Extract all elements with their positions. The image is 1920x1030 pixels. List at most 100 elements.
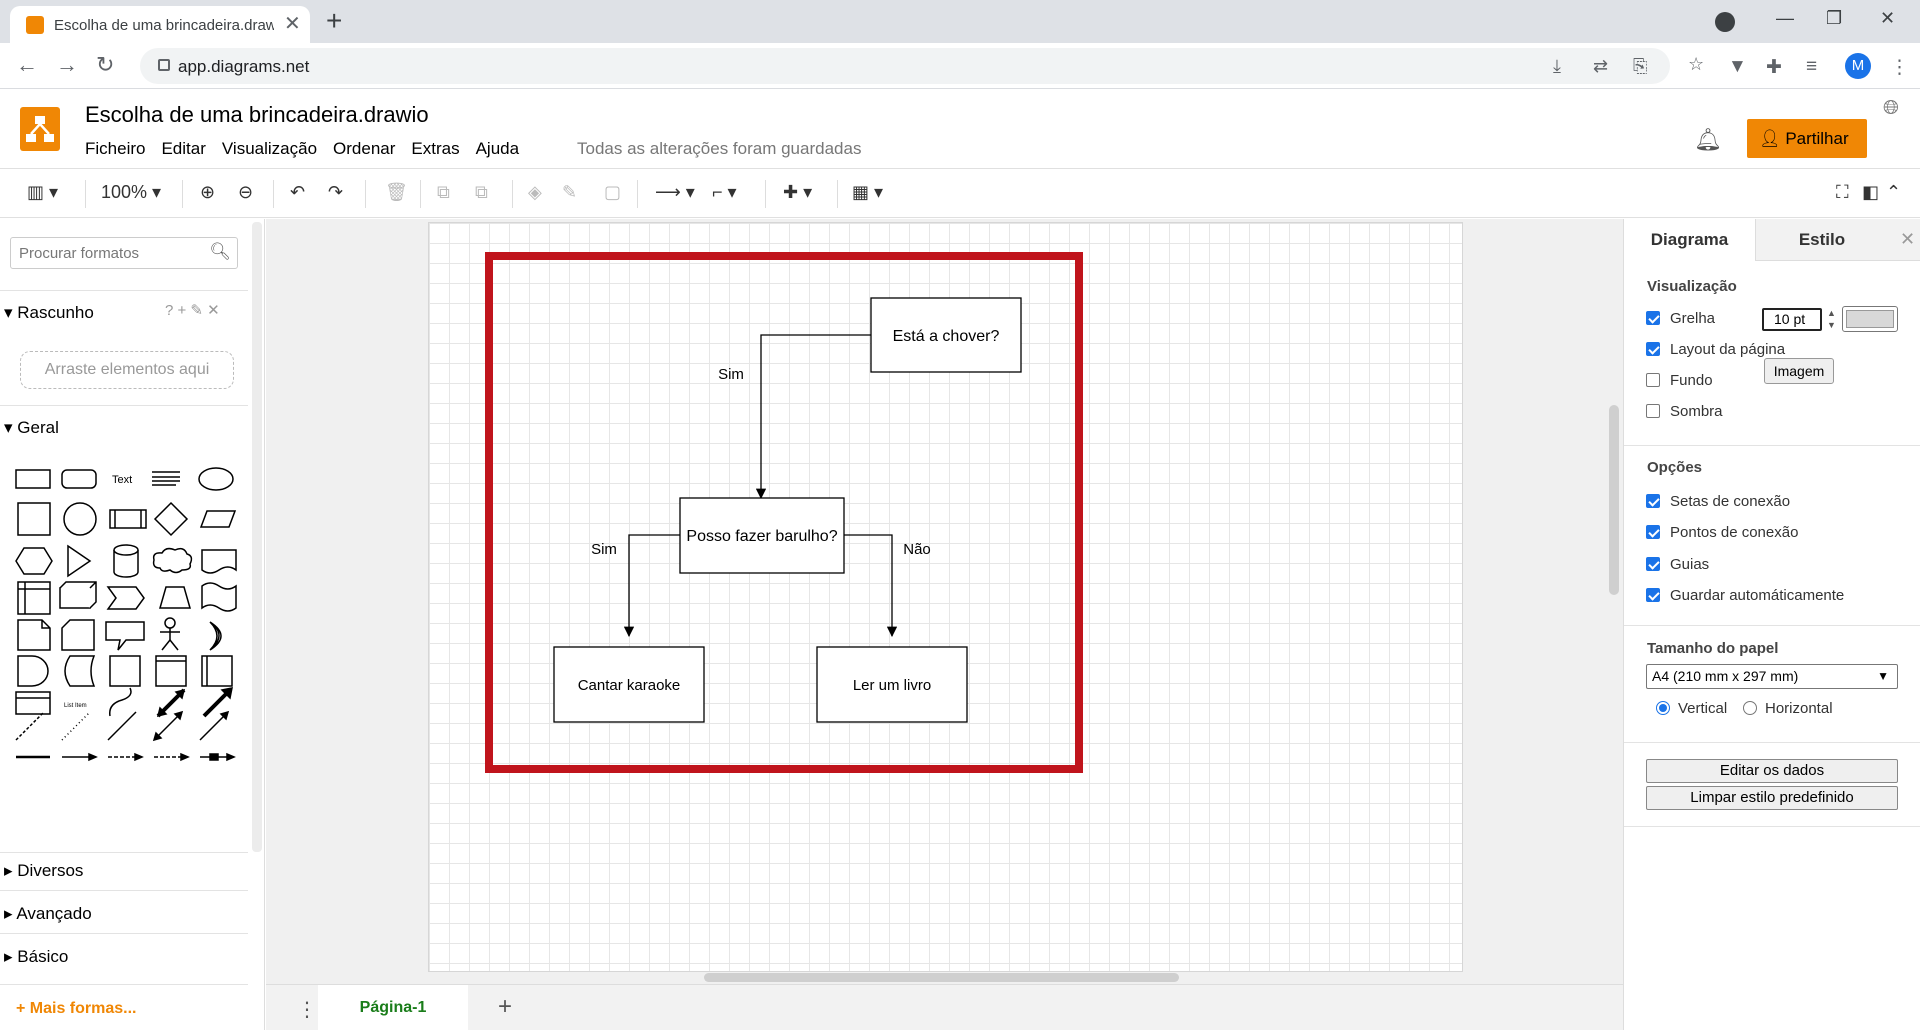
media-control-icon[interactable]: ≡	[1806, 56, 1817, 78]
fill-color-icon[interactable]: ◈	[528, 182, 542, 203]
page-layout-option[interactable]: Layout da página	[1646, 341, 1785, 358]
connection-points-checkbox[interactable]	[1646, 525, 1660, 539]
shape-container[interactable]	[155, 655, 187, 687]
waypoints-icon[interactable]: ⌐ ▾	[712, 182, 737, 203]
edge-q1-to-q2[interactable]	[755, 334, 871, 500]
shadow-icon[interactable]: ▢	[604, 182, 621, 203]
menu-ficheiro[interactable]: Ficheiro	[85, 139, 145, 159]
shape-trapezoid[interactable]	[159, 586, 191, 609]
scratchpad-tools[interactable]: ? + ✎ ✕	[165, 301, 220, 319]
close-window-icon[interactable]: ✕	[1880, 8, 1895, 29]
close-panel-icon[interactable]: ✕	[1900, 229, 1915, 250]
section-avancado[interactable]: ▸ Avançado	[0, 904, 248, 924]
menu-ordenar[interactable]: Ordenar	[333, 139, 395, 159]
shape-hexagon[interactable]	[15, 547, 53, 575]
connection-style-icon[interactable]: ⟶ ▾	[655, 182, 695, 203]
notification-bell-icon[interactable]: 🔔︎	[1694, 127, 1722, 153]
pages-menu-icon[interactable]: ⋮	[297, 997, 317, 1022]
collapse-icon[interactable]: ⌃	[1886, 182, 1901, 203]
search-icon[interactable]: 🔍︎	[209, 242, 231, 262]
horizontal-scrollbar[interactable]	[704, 973, 1179, 982]
edit-data-button[interactable]: Editar os dados	[1646, 759, 1898, 783]
shape-ellipse[interactable]	[198, 467, 234, 491]
format-panel-toggle-icon[interactable]: ▥ ▾	[27, 182, 58, 203]
shape-card[interactable]	[61, 619, 95, 651]
shape-square[interactable]	[17, 502, 51, 536]
insert-plus-icon[interactable]: ✚ ▾	[783, 182, 812, 203]
page-layout-checkbox[interactable]	[1646, 342, 1660, 356]
shape-dashed-arrow[interactable]	[108, 752, 144, 762]
edge-q2-to-karaoke[interactable]	[623, 534, 680, 638]
grid-color-picker[interactable]	[1842, 306, 1898, 332]
share-button[interactable]: 👤︎ Partilhar	[1747, 119, 1867, 158]
connection-arrows-checkbox[interactable]	[1646, 494, 1660, 508]
grid-size-stepper[interactable]: ▲ ▼	[1827, 307, 1836, 331]
edge-label-q1-sim[interactable]: Sim	[718, 366, 744, 383]
shape-actor[interactable]	[160, 617, 180, 651]
zoom-in-icon[interactable]: ⊕	[200, 182, 215, 203]
shape-list-item[interactable]: List Item	[64, 703, 87, 709]
shape-line[interactable]	[107, 711, 137, 741]
orientation-vertical-option[interactable]: Vertical	[1656, 700, 1727, 717]
connection-points-option[interactable]: Pontos de conexão	[1646, 524, 1798, 541]
menu-ajuda[interactable]: Ajuda	[476, 139, 519, 159]
grid-checkbox[interactable]	[1646, 311, 1660, 325]
vertical-radio[interactable]	[1656, 701, 1670, 715]
shape-process[interactable]	[109, 509, 147, 529]
to-back-icon[interactable]: ⧉	[475, 182, 488, 203]
shape-note-doc[interactable]	[152, 471, 180, 486]
line-color-icon[interactable]: ✎	[562, 182, 577, 203]
section-diversos[interactable]: ▸ Diversos	[0, 861, 248, 881]
redo-icon[interactable]: ↷	[328, 182, 343, 203]
connection-arrows-option[interactable]: Setas de conexão	[1646, 493, 1790, 510]
scratchpad-drop-zone[interactable]: Arraste elementos aqui	[20, 351, 234, 389]
vertical-scrollbar[interactable]	[1609, 405, 1619, 595]
guides-checkbox[interactable]	[1646, 557, 1660, 571]
profile-menu-icon[interactable]	[1715, 12, 1735, 32]
shape-note[interactable]	[17, 619, 51, 651]
clear-default-style-button[interactable]: Limpar estilo predefinido	[1646, 786, 1898, 810]
share-page-icon[interactable]: ⎘	[1633, 56, 1647, 77]
paper-size-select[interactable]: A4 (210 mm x 297 mm) ▼	[1646, 664, 1898, 689]
menu-editar[interactable]: Editar	[161, 139, 205, 159]
document-title[interactable]: Escolha de uma brincadeira.drawio	[85, 102, 429, 128]
zoom-out-icon[interactable]: ⊖	[238, 182, 253, 203]
bookmark-star-icon[interactable]: ☆	[1688, 54, 1704, 75]
table-icon[interactable]: ▦ ▾	[852, 182, 883, 203]
shadow-checkbox[interactable]	[1646, 404, 1660, 418]
shape-cube[interactable]	[59, 581, 97, 609]
extension-icon[interactable]: ▼	[1728, 56, 1747, 78]
url-text[interactable]: app.diagrams.net	[178, 57, 309, 77]
shape-cylinder[interactable]	[113, 544, 139, 578]
undo-icon[interactable]: ↶	[290, 182, 305, 203]
shape-rounded-rectangle[interactable]	[61, 469, 97, 489]
autosave-checkbox[interactable]	[1646, 588, 1660, 602]
shape-rectangle[interactable]	[15, 469, 51, 489]
shape-step[interactable]	[106, 586, 145, 610]
background-option[interactable]: Fundo	[1646, 372, 1713, 389]
horizontal-radio[interactable]	[1743, 701, 1757, 715]
install-icon[interactable]: ⤓	[1553, 56, 1561, 77]
guides-option[interactable]: Guias	[1646, 556, 1709, 573]
tab-estilo[interactable]: Estilo	[1756, 219, 1888, 261]
menu-extras[interactable]: Extras	[411, 139, 459, 159]
language-globe-icon[interactable]: 🌐︎	[1883, 97, 1899, 120]
shape-circle[interactable]	[63, 502, 97, 536]
shape-dashed-line[interactable]	[15, 711, 45, 741]
page-tab-active[interactable]: Página-1	[318, 985, 468, 1030]
shape-square-2[interactable]	[109, 655, 141, 687]
extensions-puzzle-icon[interactable]: ✚	[1766, 56, 1782, 79]
translate-icon[interactable]: ⇄	[1593, 56, 1608, 77]
menu-visualizacao[interactable]: Visualização	[222, 139, 317, 159]
shape-tape[interactable]	[201, 582, 237, 612]
grid-size-input[interactable]: 10 pt	[1762, 308, 1822, 331]
shape-triangle[interactable]	[67, 544, 92, 578]
add-page-icon[interactable]: +	[498, 993, 512, 1021]
shape-dashed-arrow-2[interactable]	[154, 752, 190, 762]
to-front-icon[interactable]: ⧉	[437, 182, 450, 203]
section-basico[interactable]: ▸ Básico	[0, 947, 248, 967]
shape-directional-connector[interactable]	[199, 710, 230, 741]
browser-menu-icon[interactable]: ⋮	[1890, 56, 1909, 79]
shape-callout[interactable]	[105, 621, 145, 651]
shape-search-input[interactable]: Procurar formatos 🔍︎	[10, 237, 238, 269]
